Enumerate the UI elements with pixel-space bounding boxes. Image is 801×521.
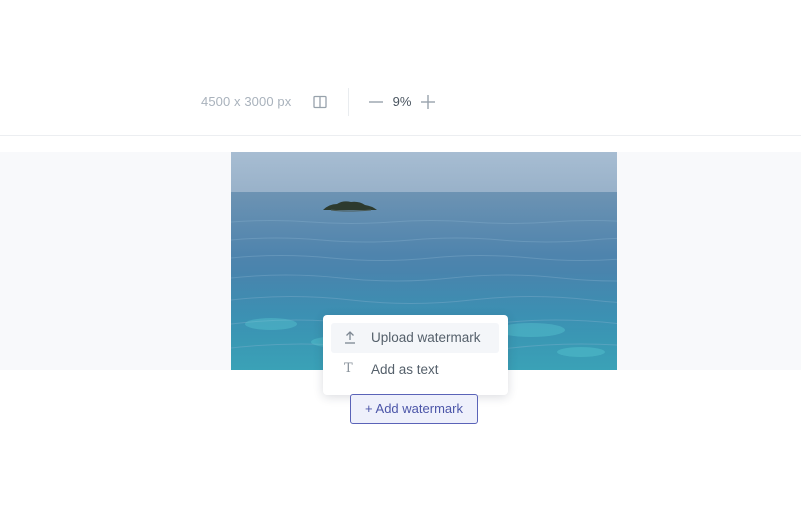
zoom-level: 9% [392, 94, 412, 109]
upload-icon [343, 330, 357, 346]
add-watermark-button[interactable]: + Add watermark [350, 394, 478, 424]
split-view-icon [313, 95, 327, 109]
watermark-menu: Upload watermark T Add as text [323, 315, 508, 395]
menu-item-label: Add as text [371, 362, 439, 377]
minus-icon [369, 101, 383, 103]
text-icon: T [344, 361, 353, 376]
zoom-out-button[interactable] [367, 93, 385, 111]
zoom-in-button[interactable] [419, 93, 437, 111]
plus-icon [421, 95, 435, 109]
split-view-button[interactable] [311, 93, 329, 111]
menu-item-upload-watermark[interactable]: Upload watermark [331, 323, 499, 353]
preview-toolbar: 4500 x 3000 px 9% [0, 80, 801, 124]
watermark-editor: 4500 x 3000 px 9% Upload watermark T Add… [0, 0, 801, 521]
image-dimensions: 4500 x 3000 px [201, 94, 292, 109]
toolbar-separator [0, 135, 801, 136]
menu-item-label: Upload watermark [371, 330, 481, 345]
toolbar-divider [348, 88, 349, 116]
menu-item-add-as-text[interactable]: T Add as text [331, 355, 499, 385]
